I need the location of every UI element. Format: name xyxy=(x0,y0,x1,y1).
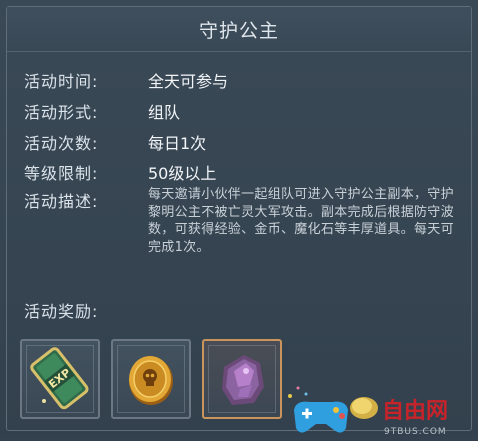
activity-time-label: 活动时间: xyxy=(24,72,99,91)
level-limit-label: 等级限制: xyxy=(24,164,99,183)
activity-format-label: 活动形式: xyxy=(24,103,99,122)
exp-card-icon: EXP xyxy=(30,347,89,410)
watermark-brand: 自由网 xyxy=(382,398,448,424)
gamepad-logo-icon: 自由网 9TBUS.COM xyxy=(288,386,448,437)
gold-coin-icon xyxy=(129,356,173,405)
activity-desc-label: 活动描述: xyxy=(24,192,99,211)
reward-slot-gold[interactable] xyxy=(111,339,191,419)
activity-format-value: 组队 xyxy=(148,103,181,122)
activity-time-value: 全天可参与 xyxy=(148,72,229,91)
activity-count-label: 活动次数: xyxy=(24,134,99,153)
activity-count-value: 每日1次 xyxy=(148,134,207,153)
panel-title: 守护公主 xyxy=(198,20,279,42)
activity-reward-label: 活动奖励: xyxy=(24,302,99,321)
reward-slot-exp[interactable]: EXP xyxy=(20,339,100,419)
reward-slot-magic-stone[interactable] xyxy=(202,339,282,419)
activity-desc-text: 每天邀请小伙伴一起组队可进入守护公主副本，守护黎明公主不被亡灵大军攻击。副本完成… xyxy=(148,187,454,255)
site-watermark: 自由网 9TBUS.COM xyxy=(286,380,478,437)
watermark-site: 9TBUS.COM xyxy=(384,427,447,437)
magic-stone-icon xyxy=(222,355,264,405)
level-limit-value: 50级以上 xyxy=(148,164,217,183)
